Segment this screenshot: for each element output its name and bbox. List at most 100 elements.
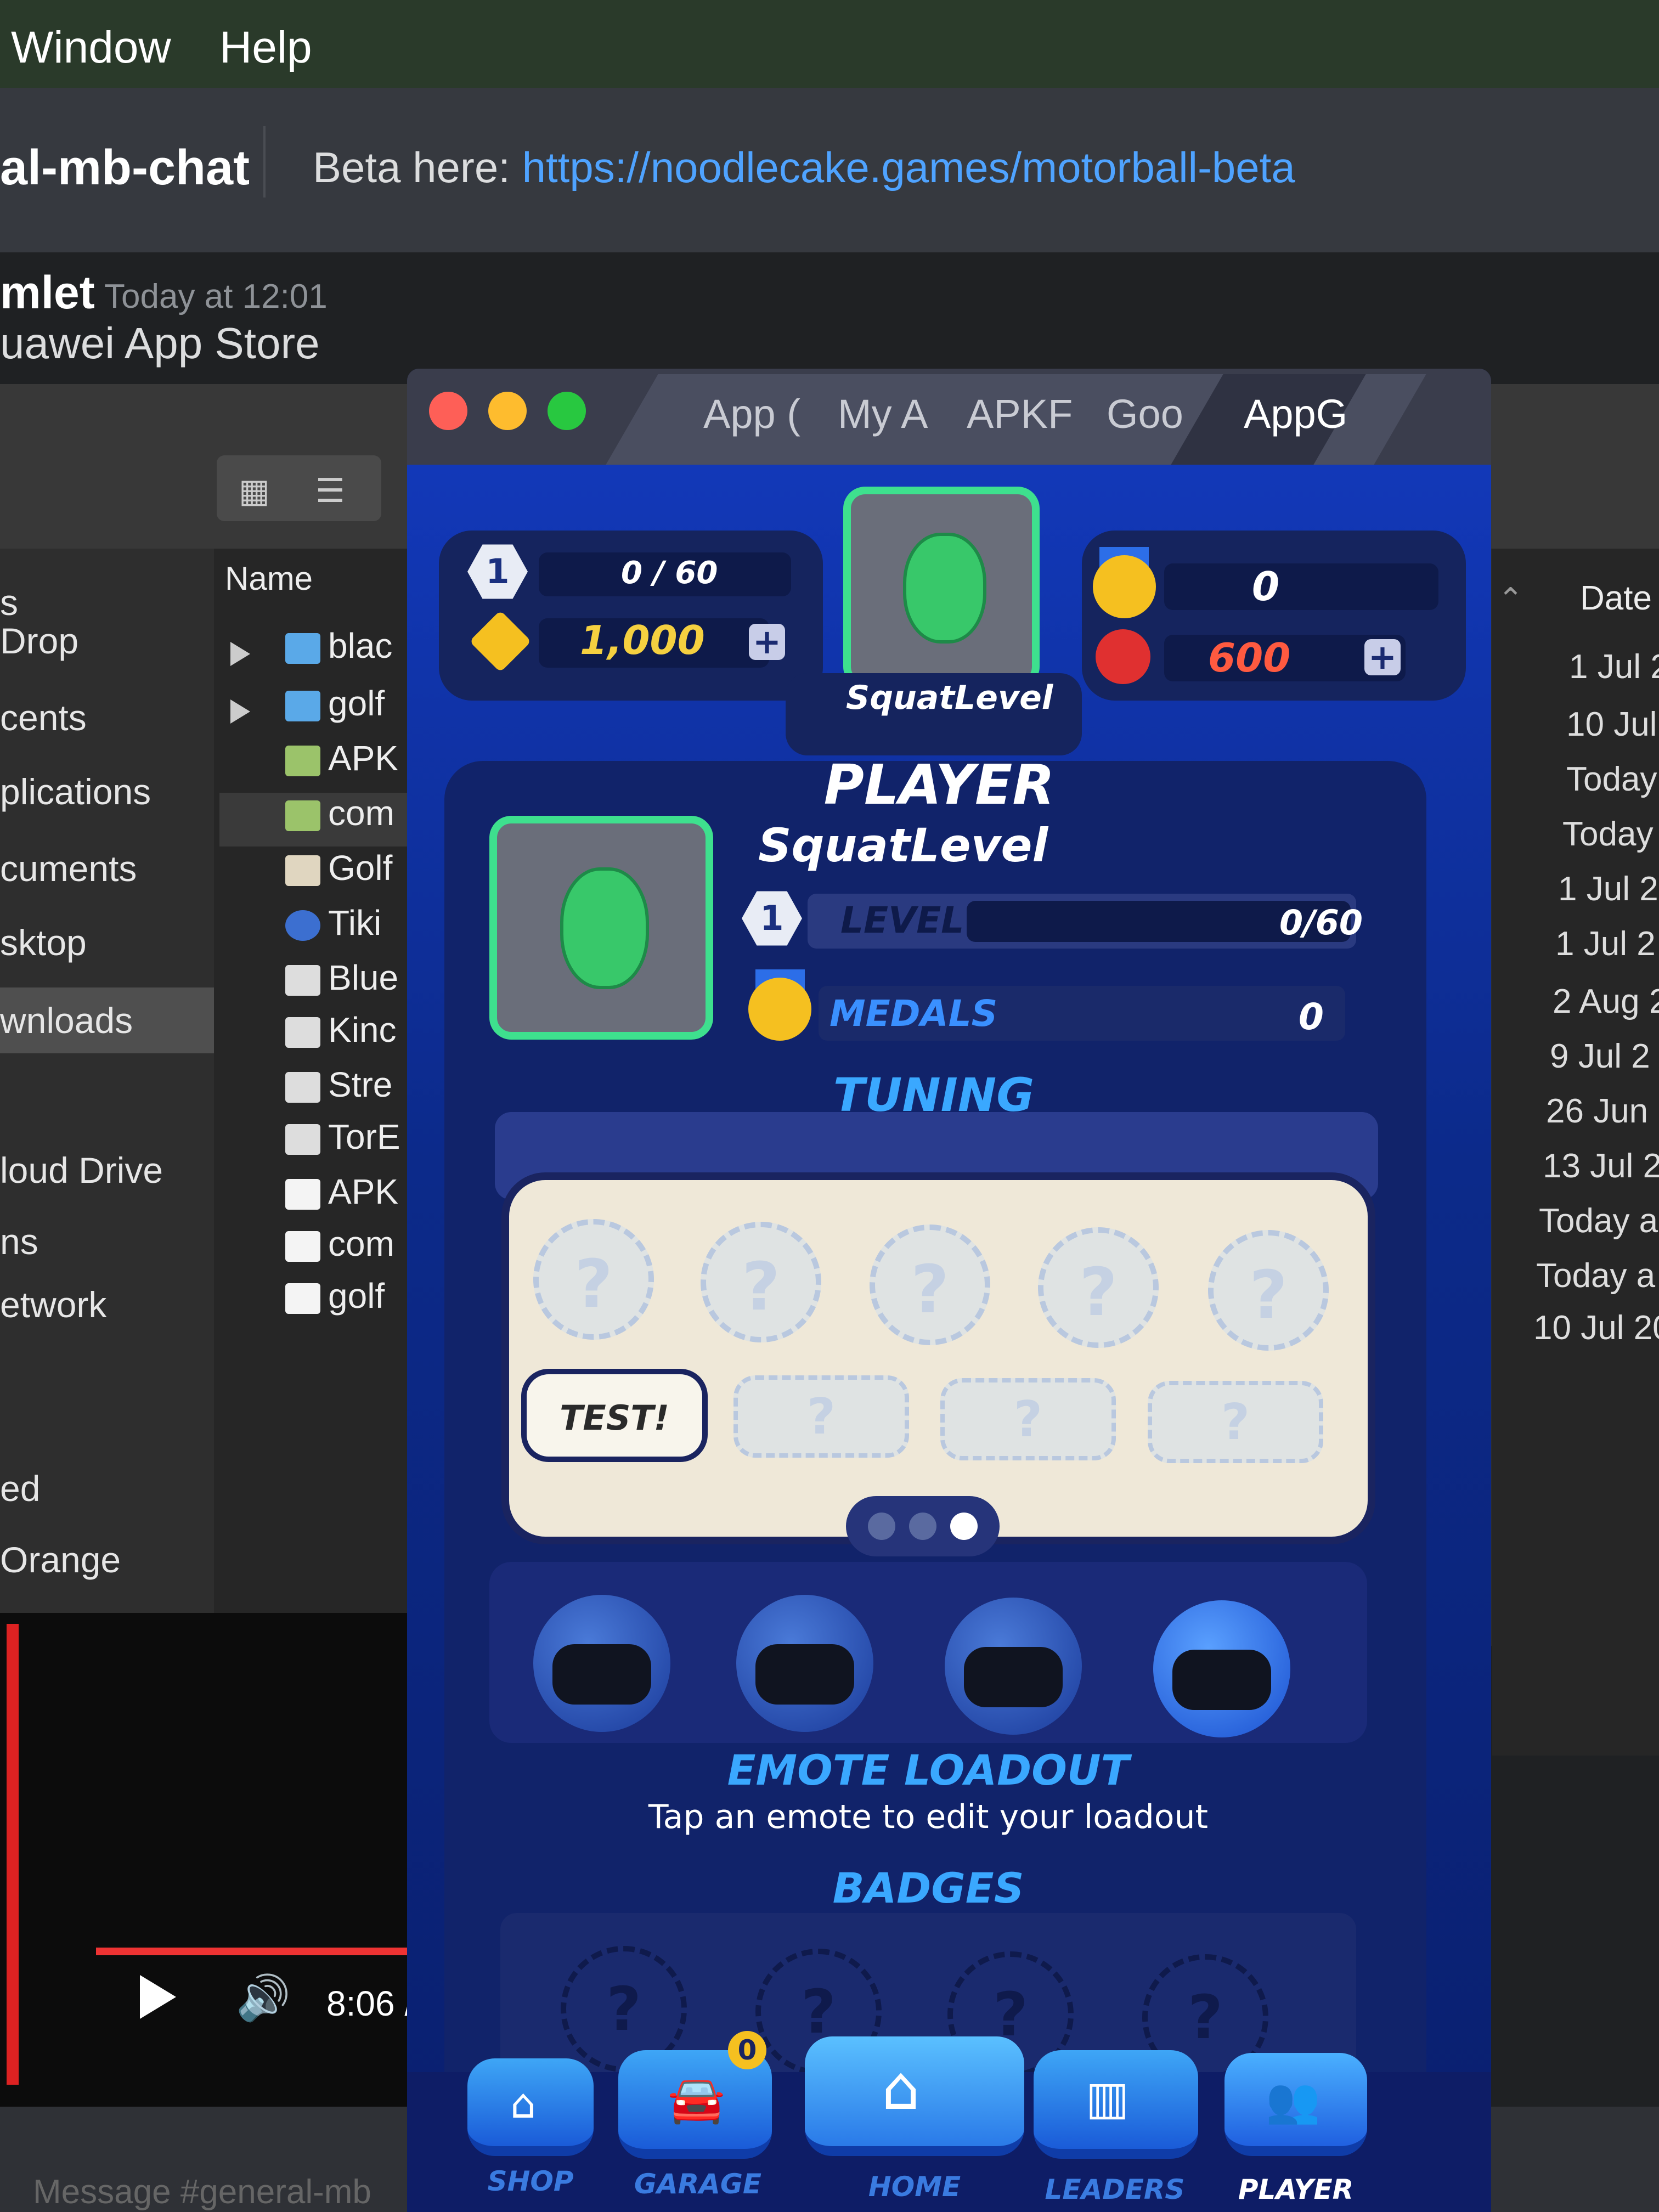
medals-bar xyxy=(1164,563,1438,610)
file-row[interactable]: com xyxy=(219,1223,394,1277)
sidebar-item-desktop[interactable]: sktop xyxy=(0,922,87,963)
emote-slot[interactable]: ? xyxy=(701,1222,821,1342)
file-row[interactable]: golf xyxy=(219,1276,385,1329)
pager-dot[interactable] xyxy=(909,1513,936,1540)
file-row[interactable]: blac xyxy=(219,625,392,679)
tab-app[interactable]: App ( xyxy=(703,391,800,437)
sidebar-item-recents[interactable]: cents xyxy=(0,697,87,738)
sort-chevron-icon[interactable]: ⌃ xyxy=(1498,582,1523,617)
file-row[interactable]: APK xyxy=(219,1171,398,1225)
emote-text-slot[interactable]: ? xyxy=(1148,1381,1323,1463)
message-author[interactable]: mlet xyxy=(0,266,95,319)
document-icon xyxy=(285,1072,320,1103)
file-row[interactable]: golf xyxy=(219,683,385,737)
sidebar-item-orange[interactable]: Orange xyxy=(0,1539,121,1581)
close-button[interactable] xyxy=(429,392,467,430)
menu-help[interactable]: Help xyxy=(219,22,312,74)
add-gems-button[interactable]: + xyxy=(1364,639,1401,675)
nav-home-button[interactable]: ⌂ xyxy=(805,2036,1024,2156)
menu-window[interactable]: Window xyxy=(11,22,171,74)
icon-view-icon[interactable]: ▦ xyxy=(239,472,270,510)
nav-leaders-label[interactable]: LEADERS xyxy=(1032,2174,1197,2205)
date-cell: 2 Aug 2 xyxy=(1553,983,1659,1020)
nav-player-label[interactable]: PLAYER xyxy=(1219,2174,1373,2205)
file-row[interactable]: Stre xyxy=(219,1064,392,1118)
emote-text-slot[interactable]: ? xyxy=(940,1378,1116,1460)
emote-slot[interactable]: ? xyxy=(1038,1227,1159,1348)
tab-apk[interactable]: APKF xyxy=(967,391,1073,437)
video-progress-bar[interactable] xyxy=(96,1948,425,1955)
emote-face xyxy=(964,1647,1063,1707)
emote-character-selected[interactable] xyxy=(1153,1600,1290,1737)
sidebar-item-downloads[interactable]: wnloads xyxy=(0,988,214,1053)
emote-character[interactable] xyxy=(945,1598,1082,1735)
medal-icon xyxy=(748,978,811,1041)
volume-icon[interactable]: 🔊 xyxy=(236,1972,291,2024)
video-player[interactable] xyxy=(0,1613,428,2107)
pager-dot[interactable] xyxy=(868,1513,895,1540)
message-input[interactable]: Message #general-mb xyxy=(33,2172,371,2211)
video-time: 8:06 / xyxy=(326,1984,415,2023)
nav-home-label[interactable]: HOME xyxy=(830,2171,1000,2203)
add-coins-button[interactable]: + xyxy=(749,624,785,660)
file-row[interactable]: Kinc xyxy=(219,1009,397,1063)
nav-garage-label[interactable]: GARAGE xyxy=(616,2168,780,2200)
file-row[interactable]: com xyxy=(219,793,411,847)
beta-link[interactable]: https://noodlecake.games/motorball-beta xyxy=(522,143,1295,191)
document-icon xyxy=(285,965,320,996)
emote-loadout-title: EMOTE LOADOUT xyxy=(727,1746,1130,1795)
file-name: Tiki xyxy=(328,903,382,943)
test-emote-chip[interactable]: TEST! xyxy=(521,1369,708,1462)
file-name: APK xyxy=(328,738,399,778)
sidebar-item-airdrop[interactable]: Drop xyxy=(0,620,78,662)
sidebar-item[interactable]: s xyxy=(0,582,18,623)
game-screen: 1 0 / 60 1,000 + SquatLevel 0 600 + PLAY… xyxy=(407,465,1491,2212)
emote-loadout-subtitle: Tap an emote to edit your loadout xyxy=(648,1798,1209,1836)
file-row[interactable]: Golf xyxy=(219,848,392,901)
channel-name[interactable]: al-mb-chat xyxy=(0,140,250,196)
emote-slot[interactable]: ? xyxy=(870,1224,990,1345)
pager-dot-active[interactable] xyxy=(950,1513,978,1540)
file-row[interactable]: TorE xyxy=(219,1116,400,1170)
game-window: App ( My A APKF Goo AppG 1 0 / 60 1,000 … xyxy=(407,369,1491,2212)
file-row[interactable]: APK xyxy=(219,738,398,792)
file-name: Stre xyxy=(328,1065,393,1104)
nav-leaders-button[interactable]: ▥ xyxy=(1034,2050,1198,2159)
file-row[interactable]: Tiki xyxy=(219,902,381,956)
date-cell: 10 Jul 20 xyxy=(1533,1309,1659,1347)
sidebar-item-documents[interactable]: cuments xyxy=(0,848,137,889)
minimize-button[interactable] xyxy=(488,392,527,430)
sidebar-item-network[interactable]: etwork xyxy=(0,1284,106,1325)
pager-dots[interactable] xyxy=(846,1496,1000,1556)
emote-text-slot[interactable]: ? xyxy=(733,1375,909,1458)
nav-shop-label[interactable]: SHOP xyxy=(456,2165,605,2197)
emote-character[interactable] xyxy=(736,1595,873,1732)
file-name: Blue xyxy=(328,958,399,997)
tab-my[interactable]: My A xyxy=(838,391,928,437)
date-column-header[interactable]: Date xyxy=(1580,579,1652,618)
play-icon[interactable] xyxy=(140,1975,176,2019)
list-view-icon[interactable]: ☰ xyxy=(315,472,345,510)
zoom-button[interactable] xyxy=(548,392,586,430)
tab-google[interactable]: Goo xyxy=(1107,391,1183,437)
view-toggle[interactable]: ▦ ☰ xyxy=(217,455,381,521)
nav-shop-button[interactable]: ⌂ xyxy=(467,2058,594,2156)
name-column-header[interactable]: Name xyxy=(225,560,313,597)
date-cell: 1 Jul 2 xyxy=(1555,925,1656,963)
emote-slot[interactable]: ? xyxy=(533,1219,654,1340)
emote-slot[interactable]: ? xyxy=(1208,1230,1329,1351)
sidebar-item-applications[interactable]: plications xyxy=(0,771,151,812)
coins-value: 1,000 xyxy=(580,617,705,663)
hud-car-avatar[interactable] xyxy=(843,487,1040,689)
sidebar-item[interactable]: ns xyxy=(0,1221,38,1262)
tab-appgallery[interactable]: AppG xyxy=(1244,391,1347,437)
sidebar-item-tag[interactable]: ed xyxy=(0,1468,40,1509)
hud-medals-value: 0 xyxy=(1252,563,1280,610)
file-name: Kinc xyxy=(328,1010,397,1049)
player-car-avatar[interactable] xyxy=(489,816,713,1040)
nav-player-button[interactable]: 👥 xyxy=(1224,2053,1367,2156)
emote-character[interactable] xyxy=(533,1595,670,1732)
date-cell: Today a xyxy=(1539,1202,1658,1240)
file-row[interactable]: Blue xyxy=(219,957,398,1011)
sidebar-item-icloud[interactable]: loud Drive xyxy=(0,1149,163,1191)
